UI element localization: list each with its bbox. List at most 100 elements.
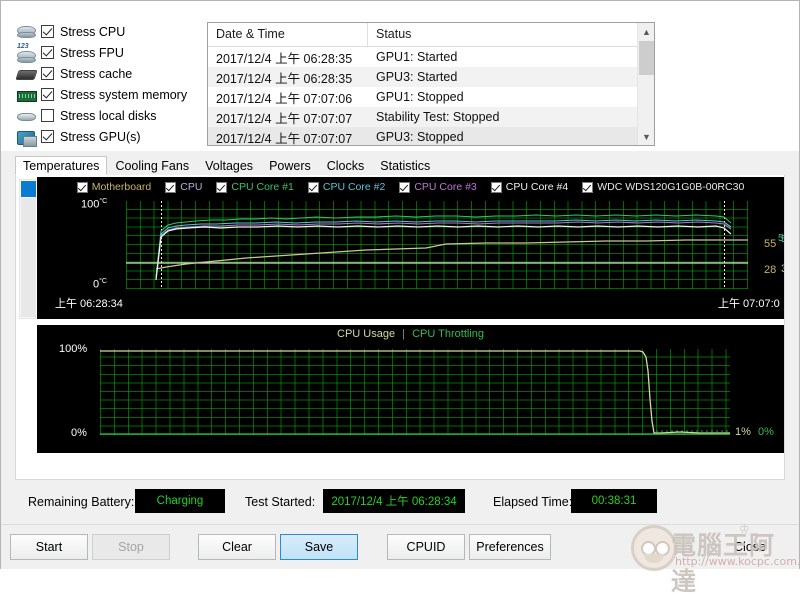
legend-item-cpu-core-1[interactable]: CPU Core #1 xyxy=(216,181,294,193)
log-scrollbar[interactable]: ▲ ▼ xyxy=(637,23,654,145)
stress-fpu-label: Stress FPU xyxy=(60,45,124,60)
legend-checkbox-cpu-core-3[interactable] xyxy=(399,181,411,193)
temperatures-plot-area[interactable] xyxy=(126,201,748,289)
stress-memory-checkbox[interactable] xyxy=(41,88,54,101)
table-row[interactable]: 2017/12/4 上午 06:28:35 GPU3: Started xyxy=(208,67,654,87)
stress-memory-label: Stress system memory xyxy=(60,87,188,102)
stress-disks-checkbox[interactable] xyxy=(41,109,54,122)
log-header-row: Date & Time Status xyxy=(208,23,654,47)
memory-icon xyxy=(15,86,37,104)
legend-label-cpu-core-1: CPU Core #1 xyxy=(231,181,294,193)
tab-statistics[interactable]: Statistics xyxy=(372,156,438,175)
tab-voltages[interactable]: Voltages xyxy=(197,156,261,175)
chevron-down-icon[interactable]: ▼ xyxy=(638,128,655,145)
cpu-usage-plot-area[interactable] xyxy=(100,349,730,435)
stress-option-fpu[interactable]: 123 Stress FPU xyxy=(15,42,195,63)
legend-checkbox-motherboard[interactable] xyxy=(76,181,88,193)
preferences-button[interactable]: Preferences xyxy=(469,534,551,560)
legend-label-wdc-drive: WDC WDS120G1G0B-00RC30 xyxy=(597,181,745,193)
cpu-usage-title-part: CPU Usage xyxy=(337,328,396,340)
test-started-label: Test Started: xyxy=(245,495,316,509)
legend-label-cpu-core-4: CPU Core #4 xyxy=(505,181,569,193)
usage-axis-max-label: 100% xyxy=(59,343,88,355)
tab-temperatures[interactable]: Temperatures xyxy=(15,156,108,175)
stress-gpu-checkbox[interactable] xyxy=(41,130,54,143)
table-row[interactable]: 2017/12/4 上午 07:07:07 Stability Test: St… xyxy=(208,107,654,127)
cpu-throttling-title-part: CPU Throttling xyxy=(412,328,484,340)
log-datetime: 2017/12/4 上午 07:07:07 xyxy=(216,131,353,146)
stress-cache-checkbox[interactable] xyxy=(41,67,54,80)
remaining-battery-label: Remaining Battery: xyxy=(28,495,135,509)
log-scrollbar-thumb[interactable] xyxy=(639,41,654,75)
temp-value-core2: 58 xyxy=(781,234,784,245)
elapsed-time-label: Elapsed Time: xyxy=(493,495,573,509)
stress-option-memory[interactable]: Stress system memory xyxy=(15,84,195,105)
cpu-usage-traces xyxy=(100,350,730,435)
gpu-icon xyxy=(15,128,37,147)
top-area: Stress CPU 123 Stress FPU Stress cache S… xyxy=(1,1,799,151)
legend-checkbox-cpu[interactable] xyxy=(165,181,177,193)
legend-item-motherboard[interactable]: Motherboard xyxy=(76,181,151,193)
legend-item-cpu-core-2[interactable]: CPU Core #2 xyxy=(307,181,386,193)
temp-value-cpu: 55 xyxy=(764,238,777,250)
chart-vertical-scrollbar[interactable] xyxy=(19,179,36,319)
cpuid-button[interactable]: CPUID xyxy=(387,534,465,560)
table-row[interactable]: 2017/12/4 上午 07:07:06 GPU1: Stopped xyxy=(208,87,654,107)
stress-option-disks[interactable]: Stress local disks xyxy=(15,105,195,126)
log-column-status: Status xyxy=(376,27,412,41)
cpu-usage-chart-title: CPU Usage | CPU Throttling xyxy=(37,328,784,340)
legend-checkbox-cpu-core-1[interactable] xyxy=(216,181,228,193)
start-button[interactable]: Start xyxy=(10,534,88,560)
legend-checkbox-cpu-core-4[interactable] xyxy=(490,181,502,193)
save-button[interactable]: Save xyxy=(280,534,358,560)
status-bar: Remaining Battery: Charging Test Started… xyxy=(1,482,799,524)
aida64-stability-test-window: Stress CPU 123 Stress FPU Stress cache S… xyxy=(0,0,800,596)
button-bar: Start Stop Clear Save CPUID Preferences … xyxy=(1,524,799,569)
cpu-throttling-current-value: 0% xyxy=(758,426,774,438)
legend-label-cpu: CPU xyxy=(180,181,203,193)
chevron-up-icon[interactable]: ▲ xyxy=(638,23,655,40)
log-status: GPU1: Stopped xyxy=(376,90,464,104)
legend-item-cpu-core-4[interactable]: CPU Core #4 xyxy=(490,181,569,193)
chart-scrollbar-thumb[interactable] xyxy=(21,181,36,197)
elapsed-time-value: 00:38:31 xyxy=(571,489,657,513)
cache-icon xyxy=(15,65,38,83)
close-button[interactable]: Close xyxy=(711,534,789,560)
stress-option-gpu[interactable]: Stress GPU(s) xyxy=(15,126,195,147)
temp-axis-start-time: 上午 06:28:34 xyxy=(55,298,123,310)
stress-option-cache[interactable]: Stress cache xyxy=(15,63,195,84)
table-row[interactable]: 2017/12/4 上午 07:07:07 GPU3: Stopped xyxy=(208,127,654,145)
stress-cpu-label: Stress CPU xyxy=(60,24,126,39)
log-column-datetime: Date & Time xyxy=(208,23,368,46)
temp-axis-end-time: 上午 07:07:0 xyxy=(718,298,780,310)
temperatures-chart-legend: Motherboard CPU CPU Core #1 CPU Core #2 … xyxy=(37,179,784,195)
stress-cpu-checkbox[interactable] xyxy=(41,25,54,38)
temp-axis-min-label: 0°C xyxy=(93,278,107,291)
legend-item-wdc-drive[interactable]: WDC WDS120G1G0B-00RC30 xyxy=(582,181,744,193)
legend-checkbox-cpu-core-2[interactable] xyxy=(307,181,319,193)
fpu-icon: 123 xyxy=(15,43,37,63)
legend-item-cpu-core-3[interactable]: CPU Core #3 xyxy=(399,181,477,193)
log-status: Stability Test: Stopped xyxy=(376,110,500,124)
stop-button[interactable]: Stop xyxy=(92,534,170,560)
usage-axis-min-label: 0% xyxy=(71,427,87,439)
stress-option-cpu[interactable]: Stress CPU xyxy=(15,21,195,42)
legend-item-cpu[interactable]: CPU xyxy=(165,181,202,193)
legend-label-cpu-core-2: CPU Core #2 xyxy=(322,181,386,193)
stress-fpu-checkbox[interactable] xyxy=(41,46,54,59)
legend-checkbox-wdc-drive[interactable] xyxy=(582,181,594,193)
remaining-battery-value: Charging xyxy=(135,489,225,513)
chart-scrollbar-track[interactable] xyxy=(21,198,36,317)
log-status: GPU3: Stopped xyxy=(376,130,464,144)
temp-value-motherboard: 28 xyxy=(764,264,777,276)
tab-clocks[interactable]: Clocks xyxy=(319,156,373,175)
tab-cooling-fans[interactable]: Cooling Fans xyxy=(107,156,197,175)
clear-button[interactable]: Clear xyxy=(198,534,276,560)
stress-cache-label: Stress cache xyxy=(60,66,133,81)
cpu-usage-chart: CPU Usage | CPU Throttling 100% 0% 1% 0% xyxy=(37,325,784,453)
tab-powers[interactable]: Powers xyxy=(261,156,319,175)
table-row[interactable]: 2017/12/4 上午 06:28:35 GPU1: Started xyxy=(208,47,654,67)
log-datetime: 2017/12/4 上午 06:28:35 xyxy=(216,71,353,86)
log-datetime: 2017/12/4 上午 07:07:07 xyxy=(216,111,353,126)
event-log-table[interactable]: Date & Time Status 2017/12/4 上午 06:28:35… xyxy=(207,22,655,146)
